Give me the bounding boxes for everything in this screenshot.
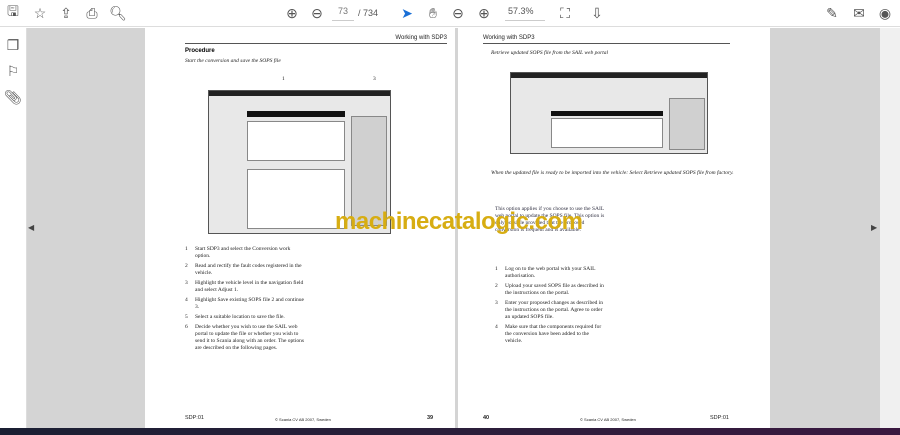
bookmark-star-icon[interactable]: ☆ (30, 4, 50, 22)
account-icon[interactable]: ◉ (875, 4, 895, 22)
page-header: Working with SDP3 (483, 35, 535, 41)
footer-right: SDP:01 (710, 415, 729, 421)
software-screenshot (510, 72, 708, 154)
steps-list: 1 Start SDP3 and select the Conversion wo… (185, 246, 305, 355)
email-icon[interactable]: ✉ (849, 4, 869, 22)
page-header: Working with SDP3 (395, 35, 447, 41)
upload-cloud-icon[interactable]: ⇪ (56, 4, 76, 22)
zoom-level-select[interactable]: 57.3% (505, 6, 545, 21)
page-total: / 734 (358, 8, 379, 18)
footer-copyright: © Scania CV AB 2007, Sweden (580, 417, 636, 422)
callout-3: 3 (373, 76, 376, 82)
page-number: 40 (483, 415, 490, 421)
caption: When the updated file is ready to be imp… (491, 170, 734, 176)
page-number-input[interactable]: 73 (332, 6, 354, 21)
save-icon[interactable]: 🖫 (3, 3, 23, 22)
attachment-icon[interactable]: 📎︎ (3, 88, 23, 106)
subheading: Retrieve updated SOPS file from the SAIL… (491, 50, 609, 56)
step: 5 Select a suitable location to save the … (185, 314, 285, 320)
collapse-right-icon[interactable]: ▶ (871, 223, 877, 232)
scroll-mode-icon[interactable]: ⇩ (587, 4, 607, 22)
heading: Procedure (185, 48, 215, 54)
footer-copyright: © Scania CV AB 2007, Sweden (275, 417, 331, 422)
step: 2 Read and rectify the fault codes regist… (185, 263, 302, 276)
step: 4 Make sure that the components required … (495, 324, 602, 344)
fit-page-icon[interactable]: ⛶ (555, 4, 575, 22)
vertical-scrollbar[interactable] (880, 28, 900, 428)
step: 6 Decide whether you wish to use the SAIL… (185, 324, 304, 351)
step: 3 Highlight the vehicle level in the navi… (185, 280, 304, 293)
page-number: 39 (427, 415, 434, 421)
bookmark-icon[interactable]: ⚐ (3, 62, 23, 80)
sign-icon[interactable]: ✎ (822, 4, 842, 22)
zoom-out-icon[interactable]: ⊖ (448, 4, 468, 22)
collapse-left-icon[interactable]: ◀ (28, 223, 34, 232)
subheading: Start the conversion and save the SOPS f… (185, 58, 281, 64)
step: 2 Upload your saved SOPS file as describe… (495, 283, 604, 296)
zoom-in-icon[interactable]: ⊕ (474, 4, 494, 22)
hand-icon[interactable]: ✋︎ (423, 4, 443, 22)
pages-icon[interactable]: ❐ (3, 36, 23, 54)
taskbar-strip (0, 428, 900, 435)
callout-1: 1 (282, 76, 285, 82)
select-cursor-icon[interactable]: ➤ (397, 4, 417, 22)
step: 3 Enter your proposed changes as describe… (495, 300, 604, 320)
step: 1 Start SDP3 and select the Conversion wo… (185, 246, 291, 259)
document-canvas: ◀ ▶ Working with SDP3 Procedure Start th… (27, 28, 880, 428)
watermark: machinecatalogic.com (335, 208, 583, 235)
toolbar: 🖫 ☆ ⇪ ⎙ 🔍︎ ⊕ ⊖ 73 / 734 ➤ ✋︎ ⊖ ⊕ 57.3% ⛶… (0, 0, 900, 27)
left-sidebar: ❐ ⚐ 📎︎ (0, 28, 27, 428)
footer-left: SDP:01 (185, 415, 204, 421)
step: 4 Highlight Save existing SOPS file 2 and… (185, 297, 304, 310)
step: 1 Log on to the web portal with your SAIL… (495, 266, 596, 279)
search-zoom-icon[interactable]: 🔍︎ (108, 4, 128, 22)
steps-list: 1 Log on to the web portal with your SAIL… (495, 266, 607, 348)
print-icon[interactable]: ⎙ (82, 4, 102, 22)
page-down-icon[interactable]: ⊖ (307, 4, 327, 22)
page-up-icon[interactable]: ⊕ (282, 4, 302, 22)
